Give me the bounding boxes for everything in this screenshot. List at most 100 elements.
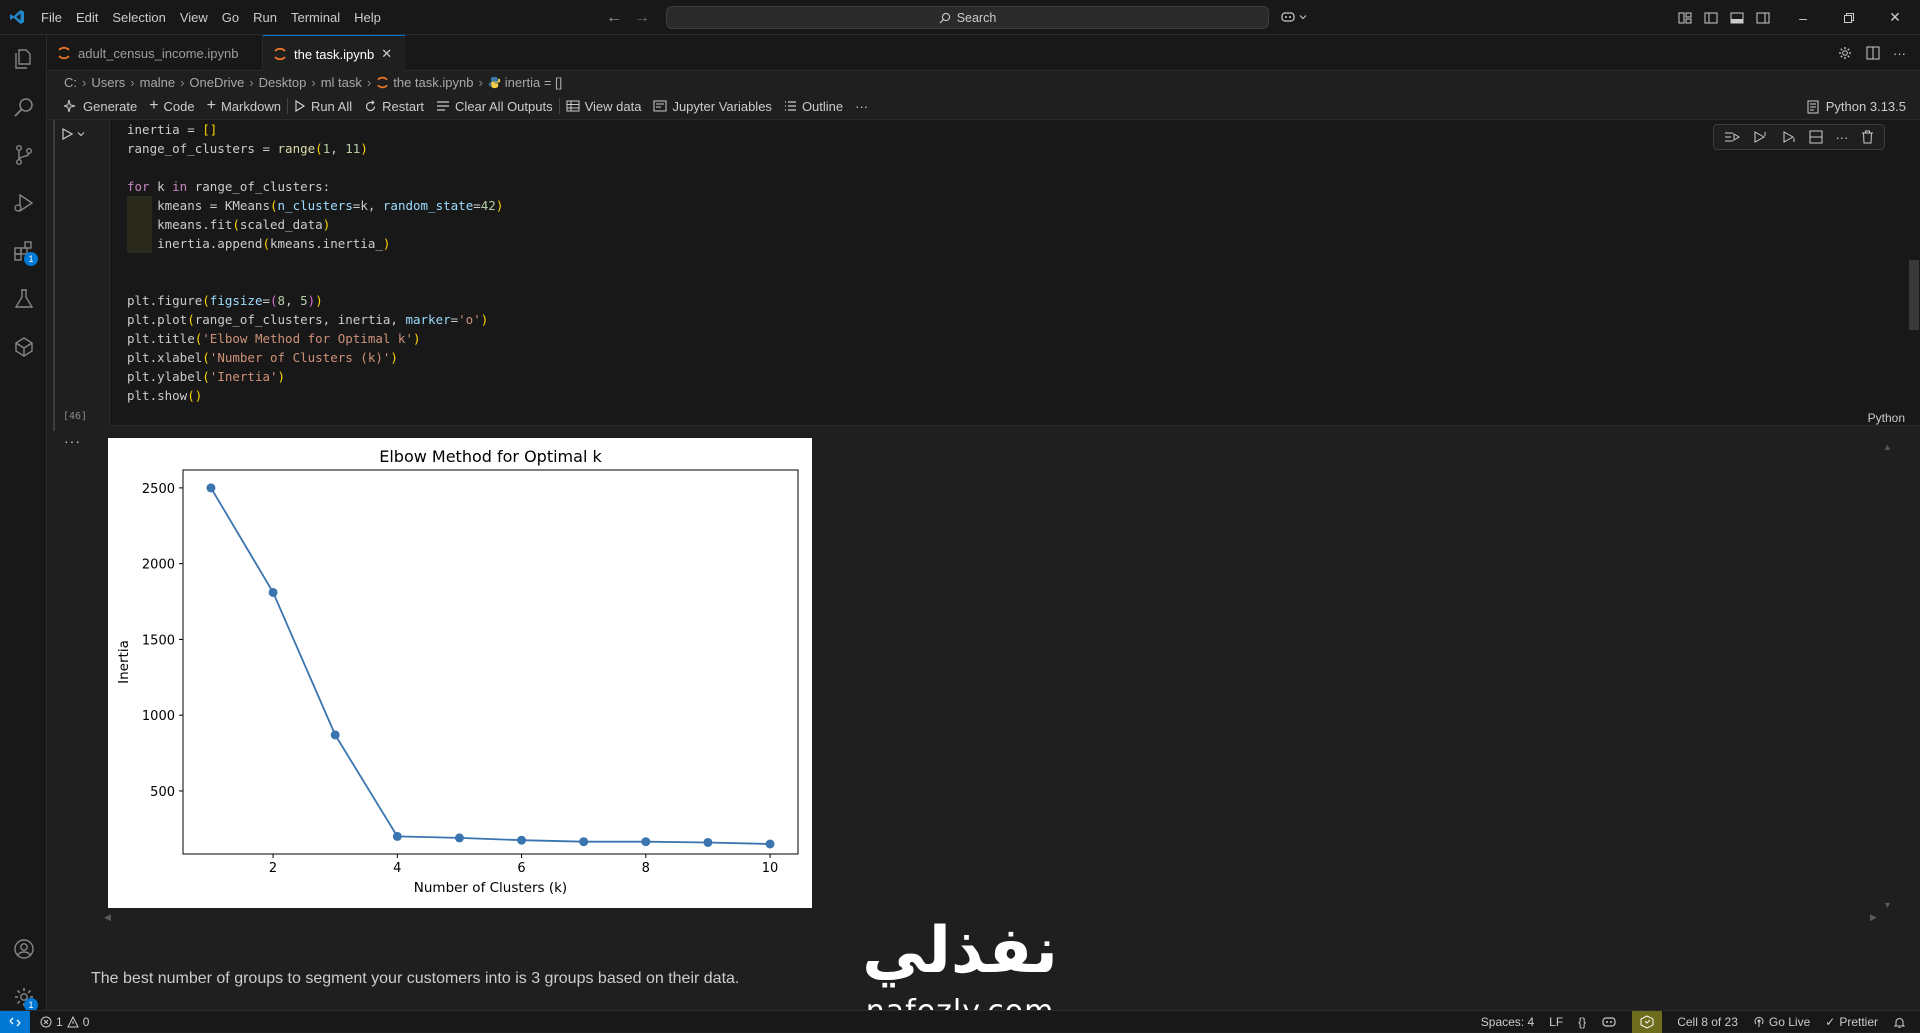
restore-icon[interactable] [1826,0,1872,35]
testing-icon[interactable] [0,276,47,322]
restart-button[interactable]: Restart [358,95,430,117]
tab-the-task[interactable]: the task.ipynb ✕ [263,35,405,72]
run-cell-button[interactable] [60,127,85,141]
tab-adult-census[interactable]: adult_census_income.ipynb [47,35,263,71]
add-markdown-cell-button[interactable]: + Markdown [201,95,287,117]
problems-indicator[interactable]: 1 0 [30,1015,99,1029]
run-debug-icon[interactable] [0,180,47,226]
go-live-button[interactable]: Go Live [1753,1015,1810,1029]
breadcrumb-item[interactable]: C: [64,75,77,90]
data-point [454,833,464,843]
generate-button[interactable]: Generate [58,95,143,117]
search-placeholder: Search [956,10,997,25]
copilot-button[interactable] [1280,6,1307,28]
output-scroll-left-icon[interactable]: ◀ [104,912,111,923]
menu-go[interactable]: Go [215,0,246,35]
output-scroll-right-icon[interactable]: ▶ [1870,912,1877,923]
cell-position-status[interactable]: Cell 8 of 23 [1677,1015,1738,1029]
breadcrumb-item[interactable]: Users [91,75,125,90]
close-tab-icon[interactable]: ✕ [381,46,392,62]
menu-file[interactable]: File [34,0,69,35]
editor-scrollbar[interactable] [1909,260,1919,330]
menu-terminal[interactable]: Terminal [284,0,347,35]
remote-explorer-icon[interactable] [0,324,47,370]
view-data-button[interactable]: View data [560,95,648,117]
kernel-picker[interactable]: Python 3.13.5 [1806,93,1906,120]
data-point [641,837,651,847]
vscode-logo-icon[interactable] [0,0,34,35]
layout-controls [1677,0,1771,35]
toggle-secondary-sidebar-icon[interactable] [1755,10,1771,26]
source-control-icon[interactable] [0,132,47,178]
tab-label: adult_census_income.ipynb [78,45,239,61]
chevron-right-icon: › [130,74,135,90]
breadcrumb-item[interactable]: malne [140,75,175,90]
delete-icon[interactable] [1861,130,1874,144]
generate-label: Generate [83,98,138,114]
customize-layout-icon[interactable] [1677,10,1693,26]
cell-language[interactable]: Python [1868,411,1905,425]
breadcrumb-item[interactable]: inertia = [] [505,75,562,90]
more-cell-actions-icon[interactable]: ··· [1835,130,1848,145]
plus-icon: + [149,97,159,114]
run-by-line-icon[interactable] [1724,130,1741,144]
indentation-status[interactable]: Spaces: 4 [1481,1015,1534,1029]
run-all-button[interactable]: Run All [288,95,358,117]
eol-status[interactable]: LF [1549,1015,1563,1029]
outline-icon [784,101,796,111]
accounts-icon[interactable] [0,926,47,972]
output-scroll-down-icon[interactable]: ▼ [1883,900,1892,910]
toggle-primary-sidebar-icon[interactable] [1703,10,1719,26]
toggle-panel-icon[interactable] [1729,10,1745,26]
braces-status[interactable]: {} [1578,1015,1586,1029]
menu-view[interactable]: View [173,0,215,35]
chevron-right-icon: › [366,74,372,90]
markdown-cell[interactable]: The best number of groups to segment you… [91,970,739,988]
search-sidebar-icon[interactable] [0,84,47,130]
double-check-icon: ✓ [1825,1015,1836,1029]
chart-title: Elbow Method for Optimal k [379,447,602,466]
table-icon [566,100,580,112]
explorer-icon[interactable] [0,36,47,82]
menu-edit[interactable]: Edit [69,0,105,35]
back-arrow-icon[interactable]: ← [606,9,622,27]
split-cell-icon[interactable] [1809,130,1823,144]
more-actions-icon[interactable]: ··· [1893,46,1906,61]
execute-below-icon[interactable] [1781,130,1797,144]
outline-button[interactable]: Outline [778,95,849,117]
remote-indicator[interactable] [0,1010,30,1033]
split-editor-icon[interactable] [1865,45,1881,61]
more-toolbar-actions-button[interactable]: ··· [849,95,874,117]
code-editor[interactable]: inertia = [] range_of_clusters = range(1… [127,120,503,405]
menu-run[interactable]: Run [246,0,284,35]
prettier-status[interactable]: ✓ Prettier [1825,1015,1878,1029]
breadcrumb-item[interactable]: ml task [321,75,362,90]
breadcrumb-item[interactable]: OneDrive [189,75,244,90]
menu-help[interactable]: Help [347,0,388,35]
minimize-icon[interactable]: – [1780,0,1826,35]
chevron-down-icon[interactable] [77,130,85,138]
extensions-icon[interactable]: 1 [0,228,47,274]
close-window-icon[interactable]: ✕ [1872,0,1918,35]
variables-icon [653,100,667,112]
copilot-icon[interactable] [1601,1015,1617,1029]
output-scroll-up-icon[interactable]: ▲ [1883,442,1892,452]
gear-icon[interactable] [1837,45,1853,61]
forward-arrow-icon[interactable]: → [634,9,650,27]
output-actions[interactable]: ··· [64,433,81,449]
breadcrumb-item[interactable]: Desktop [259,75,307,90]
add-code-cell-button[interactable]: + Code [143,95,200,117]
y-tick-label: 500 [150,785,175,800]
menu-selection[interactable]: Selection [105,0,172,35]
warning-icon [66,1015,79,1027]
breadcrumb-item[interactable]: the task.ipynb [393,75,473,90]
clear-all-outputs-button[interactable]: Clear All Outputs [430,95,559,117]
jupyter-variables-button[interactable]: Jupyter Variables [647,95,777,117]
search-input[interactable]: Search [666,6,1269,29]
execution-count: [46] [63,411,88,422]
jupyter-file-icon [274,47,286,61]
notifications-bell-icon[interactable] [1893,1016,1906,1029]
notebook-editor: inertia = [] range_of_clusters = range(1… [47,120,1920,1010]
copilot-status-icon[interactable] [1632,1011,1663,1033]
execute-above-icon[interactable] [1752,130,1768,144]
